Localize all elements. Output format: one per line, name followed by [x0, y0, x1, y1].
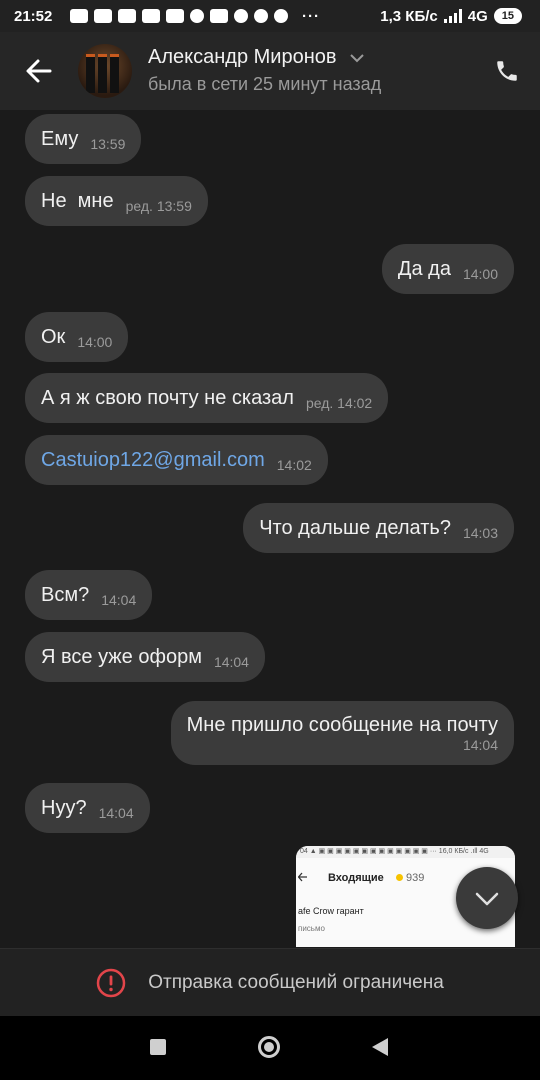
more-notifications: ··· [302, 7, 320, 25]
back-arrow-icon [298, 872, 307, 882]
message-time: 13:59 [90, 136, 126, 152]
preview-count-value: 939 [406, 872, 425, 884]
message-bubble[interactable]: Не мне ред. 13:59 [25, 176, 208, 226]
message-text: Мне пришло сообщение на почту [186, 713, 498, 736]
message-list[interactable]: Ему 13:59 Не мне ред. 13:59 Да да 14:00 … [0, 110, 540, 950]
message-text: Не мне [41, 189, 114, 212]
message-text: Что дальше делать? [259, 516, 451, 539]
network-speed: 1,3 КБ/с [380, 7, 438, 25]
message-time: ред. 14:02 [305, 395, 373, 411]
message-bubble[interactable]: Нуу? 14:04 [25, 783, 150, 833]
network-type: 4G [467, 7, 488, 25]
last-seen: была в сети 25 минут назад [148, 74, 382, 94]
message-text: Я все уже оформ [41, 645, 202, 668]
avatar[interactable] [78, 44, 132, 98]
status-right: 1,3 КБ/с 4G 15 [380, 8, 522, 25]
preview-sender: afe Crow гарант [298, 906, 364, 916]
contact-name-label: Александр Миронов [148, 46, 337, 68]
youtube-icon [118, 9, 136, 23]
message-bubble[interactable]: Всм? 14:04 [25, 570, 153, 620]
message-time: 14:02 [276, 457, 312, 473]
message-text: Ок [41, 325, 66, 348]
sync-icon [254, 9, 268, 23]
recents-button[interactable] [150, 1039, 166, 1055]
avatar-can [110, 54, 119, 93]
message-time: 14:03 [462, 525, 498, 541]
restricted-message: Отправка сообщений ограничена [148, 972, 444, 993]
notification-icons [70, 9, 288, 23]
message-bubble[interactable]: Да да 14:00 [381, 244, 514, 294]
message-bubble[interactable]: А я ж свою почту не сказал ред. 14:02 [25, 373, 389, 423]
message-bubble[interactable]: Что дальше делать? 14:03 [243, 503, 514, 553]
message-time: 14:04 [101, 592, 137, 608]
home-button[interactable] [258, 1036, 280, 1058]
back-arrow-icon[interactable] [24, 56, 54, 86]
message-time: 14:00 [462, 266, 498, 282]
message-text: А я ж свою почту не сказал [41, 386, 294, 409]
battery-icon: 15 [493, 8, 522, 24]
status-bar: 21:52 ··· 1,3 КБ/с 4G 15 [0, 0, 540, 32]
message-text: Нуу? [41, 796, 87, 819]
youtube-icon [166, 9, 184, 23]
message-time: 14:00 [77, 334, 113, 350]
unread-dot-icon [396, 874, 403, 881]
avatar-can [98, 54, 107, 93]
youtube-icon [142, 9, 160, 23]
app-icon [94, 9, 112, 23]
message-bubble[interactable]: Мне пришло сообщение на почту 14:04 [170, 701, 514, 765]
chevron-down-icon [350, 54, 364, 63]
youtube-icon [210, 9, 228, 23]
message-bubble[interactable]: Castuiop122@gmail.com 14:02 [25, 435, 328, 485]
status-time: 21:52 [14, 7, 53, 25]
message-time: 14:04 [462, 736, 498, 753]
message-bubble[interactable]: Ему 13:59 [25, 114, 142, 164]
signal-icon [443, 9, 462, 23]
youtube-icon [70, 9, 88, 23]
message-text: Ему [41, 127, 79, 150]
email-link[interactable]: Castuiop122@gmail.com [41, 449, 265, 472]
message-time: ред. 13:59 [125, 198, 192, 214]
chevron-down-icon [475, 892, 499, 906]
avatar-can [86, 54, 95, 93]
game-icon [190, 9, 204, 23]
phone-icon[interactable] [494, 58, 520, 84]
alert-icon [96, 968, 126, 998]
system-nav-bar [0, 1016, 540, 1080]
message-time: 14:04 [213, 654, 249, 670]
messaging-restricted-bar: Отправка сообщений ограничена [0, 948, 540, 1017]
system-back-button[interactable] [372, 1038, 388, 1056]
message-text: Да да [397, 257, 451, 280]
message-time: 14:04 [98, 805, 134, 821]
preview-status-bar: 04 ▲ ▣ ▣ ▣ ▣ ▣ ▣ ▣ ▣ ▣ ▣ ▣ ▣ ▣ ··· 16,0 … [296, 846, 515, 858]
preview-inbox-count: 939 [396, 872, 424, 884]
message-bubble[interactable]: Ок 14:00 [25, 312, 129, 362]
message-bubble[interactable]: Я все уже оформ 14:04 [25, 632, 265, 682]
download-icon [274, 9, 288, 23]
scroll-down-button[interactable] [456, 867, 518, 929]
preview-inbox-title: Входящие [328, 872, 384, 884]
chat-header: Александр Миронов была в сети 25 минут н… [0, 32, 540, 110]
message-text: Всм? [41, 583, 90, 606]
contact-name[interactable]: Александр Миронов [148, 46, 364, 69]
preview-snippet: письмо [298, 924, 325, 933]
sync-icon [234, 9, 248, 23]
